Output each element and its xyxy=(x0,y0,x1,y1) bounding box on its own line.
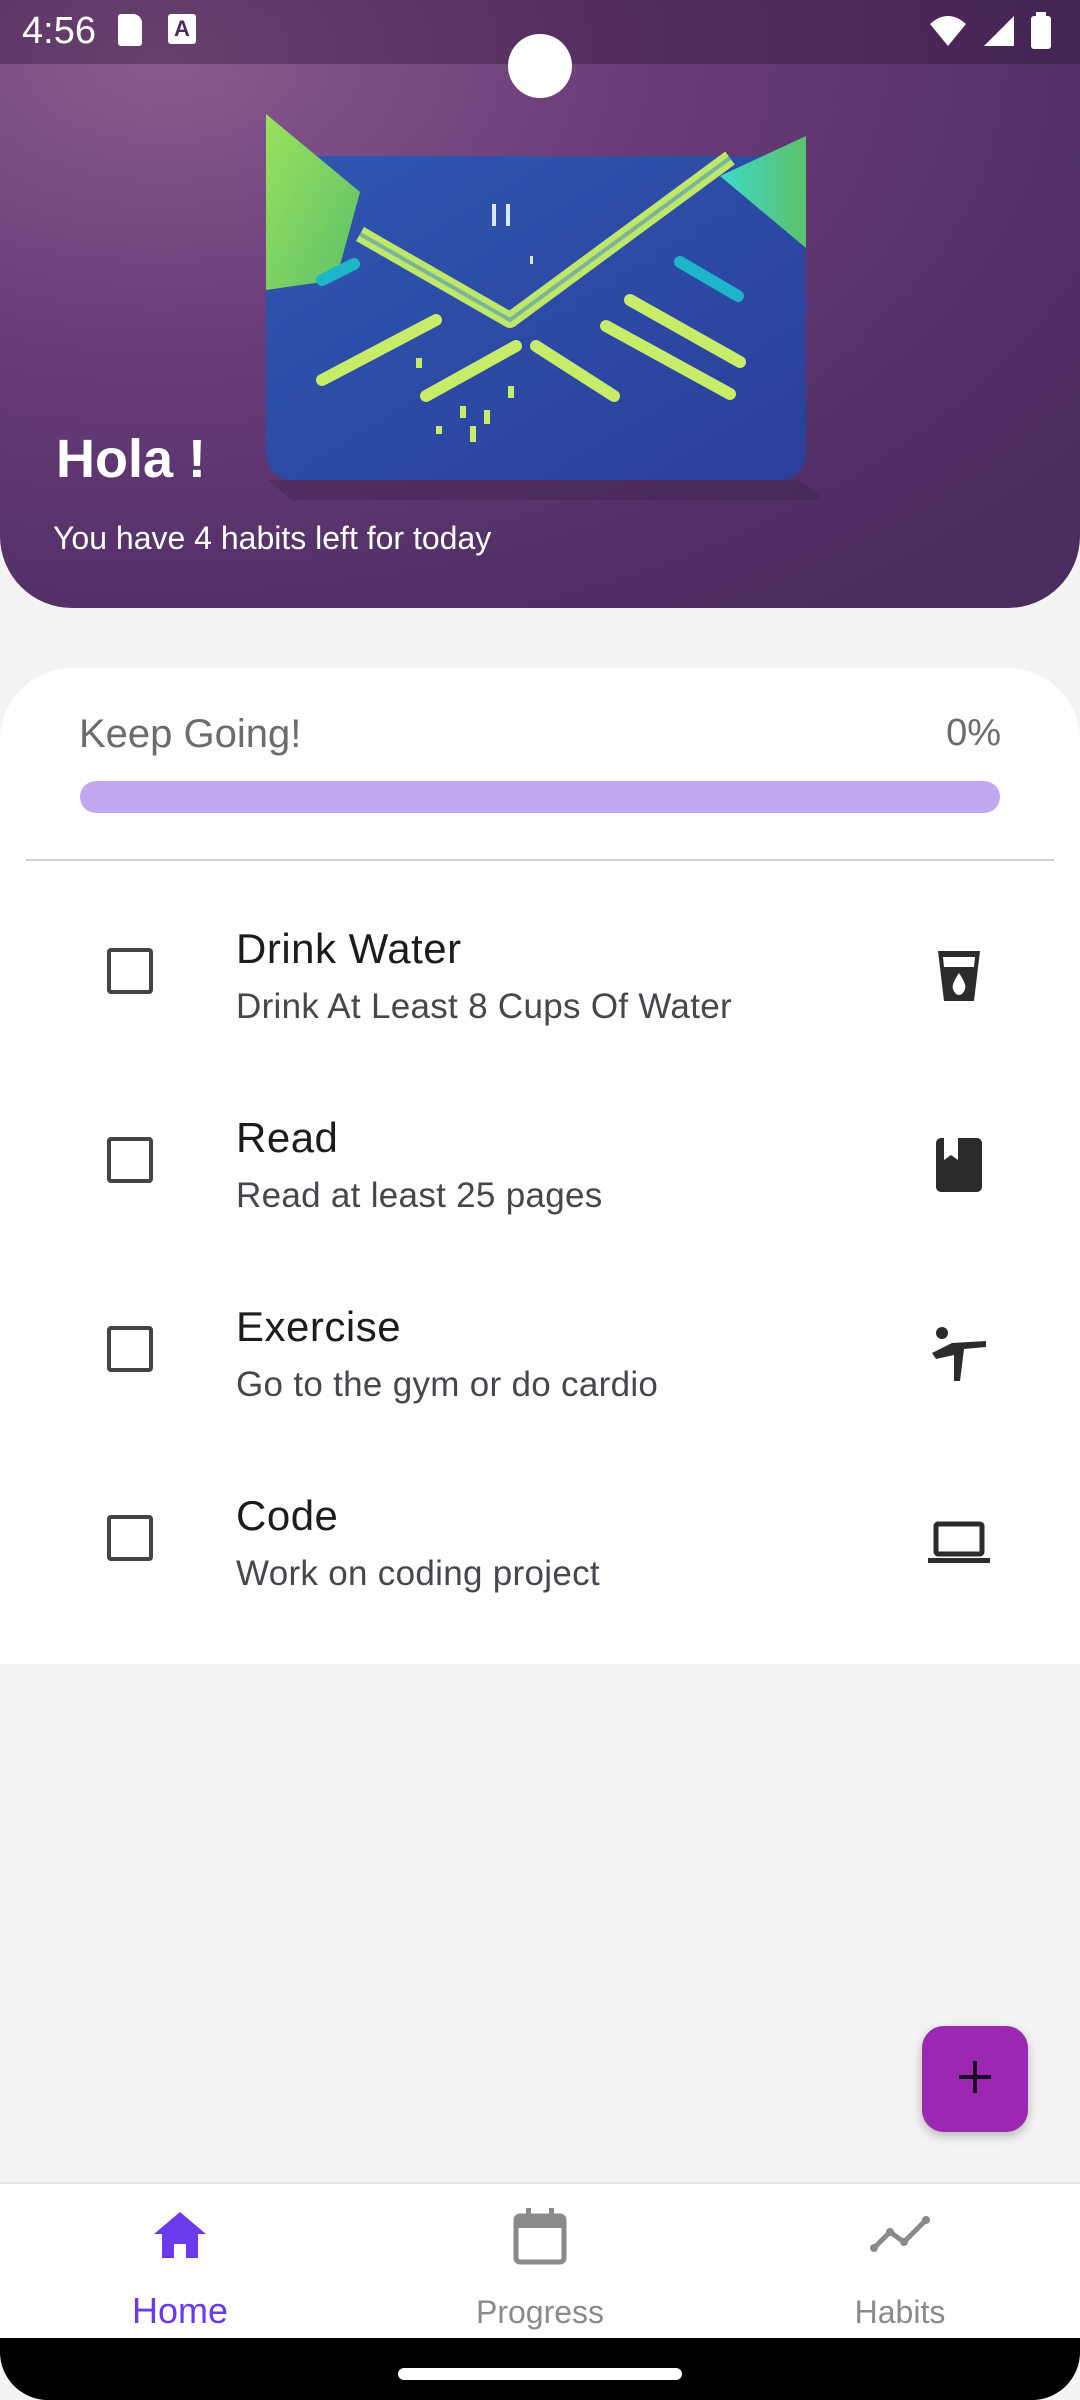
calendar-icon xyxy=(510,2206,570,2266)
nav-item-progress[interactable]: Progress xyxy=(360,2184,720,2340)
a-icon: A xyxy=(168,14,196,44)
progress-header: Keep Going! 0% xyxy=(79,712,1001,757)
camera-cutout xyxy=(508,34,572,98)
greeting-title: Hola ! xyxy=(56,429,207,489)
habit-description: Work on coding project xyxy=(236,1554,600,1593)
habit-title: Drink Water xyxy=(236,925,462,972)
habit-title: Code xyxy=(236,1492,339,1539)
habit-row-drink-water[interactable]: Drink Water Drink At Least 8 Cups Of Wat… xyxy=(0,861,1080,1050)
habit-checkbox[interactable] xyxy=(107,1326,153,1372)
bottom-navigation: Home Progress Habits xyxy=(0,2182,1080,2338)
habits-card: Keep Going! 0% Drink Water Drink At Leas… xyxy=(0,668,1080,1664)
envelope-illustration xyxy=(250,100,890,550)
habits-left-subtitle: You have 4 habits left for today xyxy=(53,520,492,556)
nav-label-habits: Habits xyxy=(854,2294,946,2330)
nav-item-habits[interactable]: Habits xyxy=(720,2184,1080,2340)
habit-checkbox[interactable] xyxy=(107,1515,153,1561)
wifi-icon xyxy=(928,14,968,53)
habit-title: Exercise xyxy=(236,1303,402,1350)
progress-bar xyxy=(80,781,1000,813)
laptop-icon xyxy=(928,1512,990,1574)
progress-label: Keep Going! xyxy=(79,712,302,756)
sd-card-icon xyxy=(118,14,142,46)
home-icon xyxy=(150,2206,210,2266)
habit-description: Read at least 25 pages xyxy=(236,1176,603,1215)
habit-description: Drink At Least 8 Cups Of Water xyxy=(236,987,732,1026)
nav-label-progress: Progress xyxy=(475,2294,605,2330)
battery-icon xyxy=(1030,12,1052,55)
habit-checkbox[interactable] xyxy=(107,948,153,994)
add-habit-button[interactable] xyxy=(922,2026,1028,2132)
habit-title: Read xyxy=(236,1114,339,1161)
gesture-nav-area xyxy=(0,2338,1080,2400)
habit-row-code[interactable]: Code Work on coding project xyxy=(0,1428,1080,1617)
trend-icon xyxy=(870,2206,930,2266)
exercise-icon xyxy=(928,1323,990,1385)
habit-checkbox[interactable] xyxy=(107,1137,153,1183)
signal-icon xyxy=(982,14,1016,53)
progress-percent: 0% xyxy=(946,712,1001,754)
header-banner: 4:56 A Hola ! You have 4 habits left for… xyxy=(0,0,1080,608)
habit-row-read[interactable]: Read Read at least 25 pages xyxy=(0,1050,1080,1239)
book-icon xyxy=(928,1134,990,1196)
plus-icon xyxy=(955,2057,995,2102)
habit-list: Drink Water Drink At Least 8 Cups Of Wat… xyxy=(0,861,1080,1617)
gesture-handle[interactable] xyxy=(398,2368,682,2380)
nav-label-home: Home xyxy=(131,2290,229,2331)
water-glass-icon xyxy=(928,945,990,1007)
status-time: 4:56 xyxy=(22,10,96,52)
habit-description: Go to the gym or do cardio xyxy=(236,1365,659,1404)
habit-row-exercise[interactable]: Exercise Go to the gym or do cardio xyxy=(0,1239,1080,1428)
nav-item-home[interactable]: Home xyxy=(0,2184,360,2340)
